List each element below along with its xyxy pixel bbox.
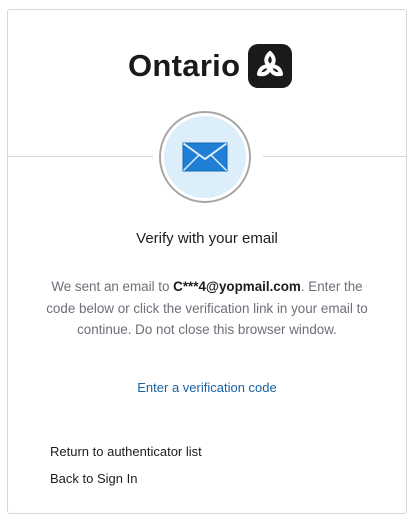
enter-verification-code-link[interactable]: Enter a verification code [8,380,406,395]
trillium-icon [248,44,293,88]
logo-text: Ontario [128,48,241,83]
return-to-authenticator-list-link[interactable]: Return to authenticator list [50,444,202,459]
back-to-sign-in-link[interactable]: Back to Sign In [50,471,137,486]
ontario-logo: Ontario [128,40,293,92]
envelope-icon [182,142,228,172]
divider-right [263,156,406,157]
description-prefix: We sent an email to [51,279,174,294]
page-title: Verify with your email [136,230,278,247]
masked-email: C***4@yopmail.com [173,279,301,294]
authenticator-beacon [159,111,251,203]
verification-description: We sent an email to C***4@yopmail.com. E… [42,276,372,341]
beacon-background [164,116,246,198]
divider-left [8,156,153,157]
sign-in-card: Ontario Verify with your email We sent a… [7,9,407,514]
